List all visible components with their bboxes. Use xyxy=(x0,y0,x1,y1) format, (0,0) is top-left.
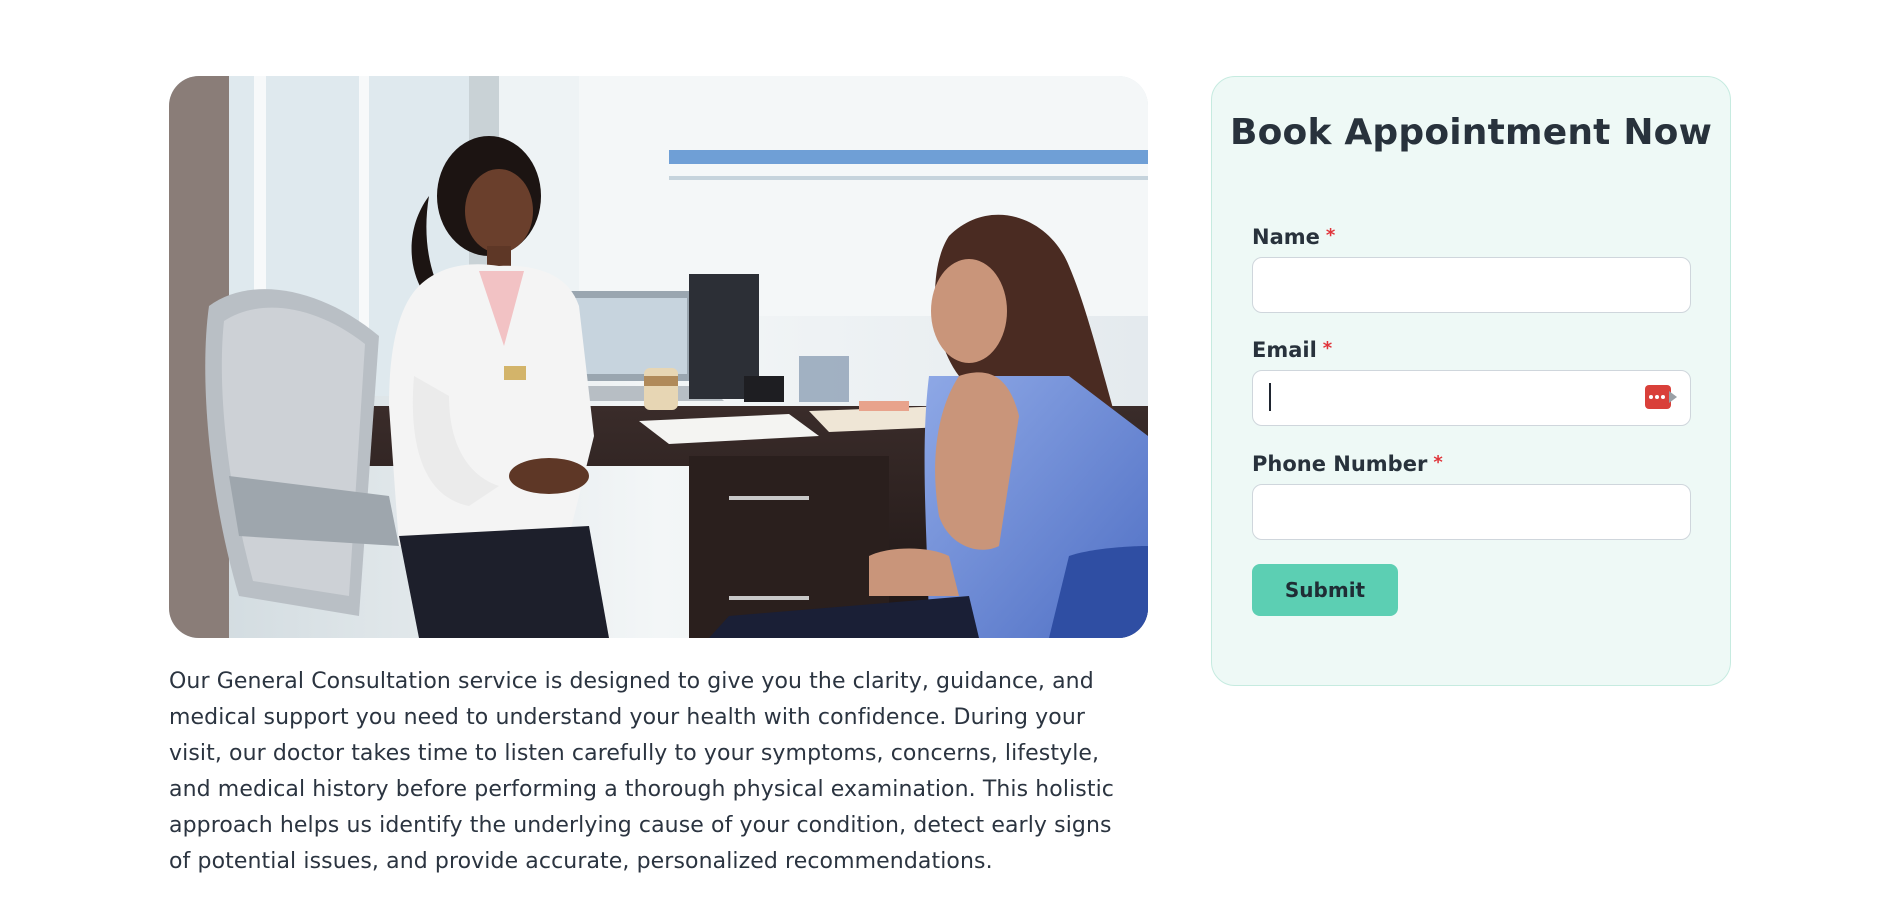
name-label: Name * xyxy=(1252,225,1335,249)
required-marker: * xyxy=(1433,452,1443,473)
required-marker: * xyxy=(1322,338,1333,359)
phone-input[interactable] xyxy=(1252,484,1691,540)
booking-title: Book Appointment Now xyxy=(1229,112,1713,153)
email-label: Email * xyxy=(1252,338,1332,362)
email-label-text: Email xyxy=(1252,338,1317,362)
phone-label-text: Phone Number xyxy=(1252,452,1428,476)
description-paragraph: Our General Consultation service is desi… xyxy=(169,669,1114,874)
password-manager-icon[interactable] xyxy=(1645,384,1679,410)
email-input[interactable] xyxy=(1252,370,1691,426)
booking-card: Book Appointment Now Name * Email * Phone … xyxy=(1211,76,1731,686)
text-cursor xyxy=(1269,383,1271,411)
consultation-photo xyxy=(169,76,1148,638)
required-marker: * xyxy=(1325,225,1336,246)
submit-button[interactable]: Submit xyxy=(1252,564,1398,616)
phone-label: Phone Number * xyxy=(1252,452,1443,476)
service-description: Our General Consultation service is desi… xyxy=(169,664,1139,898)
name-label-text: Name xyxy=(1252,225,1320,249)
page: Our General Consultation service is desi… xyxy=(0,0,1898,910)
name-input[interactable] xyxy=(1252,257,1691,313)
